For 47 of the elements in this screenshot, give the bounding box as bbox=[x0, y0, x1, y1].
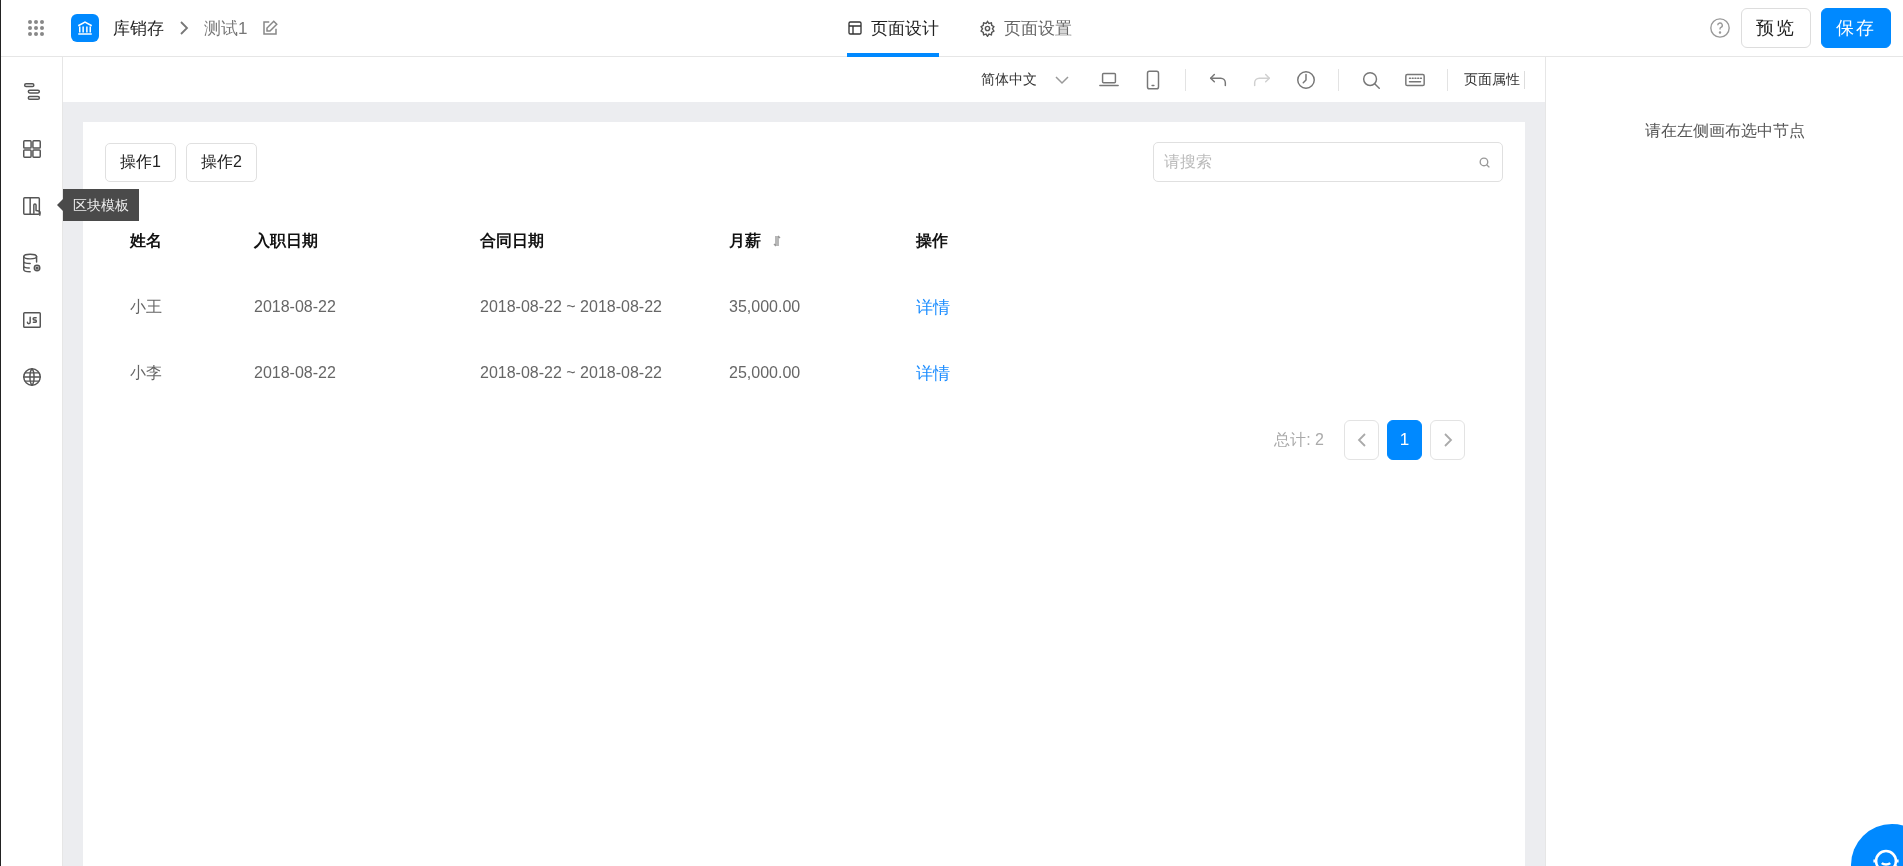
column-header: 月薪 bbox=[729, 230, 761, 251]
next-page-button[interactable] bbox=[1430, 420, 1465, 460]
total-count: 总计: 2 bbox=[1274, 429, 1324, 450]
globe-icon bbox=[20, 366, 43, 388]
language-select[interactable]: 简体中文 bbox=[981, 70, 1069, 89]
header-tab[interactable]: 页面设置 bbox=[978, 0, 1072, 57]
table-cell-text: 2018-08-22 bbox=[254, 364, 337, 382]
panel-hand-icon bbox=[20, 195, 43, 217]
js-file-icon bbox=[20, 309, 43, 331]
preview-button[interactable]: 预览 bbox=[1741, 8, 1811, 48]
column-header: 合同日期 bbox=[480, 230, 544, 251]
grid-icon bbox=[20, 138, 43, 160]
column-header: 姓名 bbox=[130, 230, 162, 251]
sort-icon[interactable] bbox=[773, 235, 781, 247]
database-gear-icon bbox=[20, 252, 43, 274]
app-logo-icon bbox=[71, 14, 99, 42]
chevron-left-icon bbox=[1356, 432, 1367, 448]
page-name: 测试1 bbox=[204, 17, 248, 40]
chevron-down-icon bbox=[1055, 74, 1069, 85]
table-cell-text: 小李 bbox=[130, 362, 163, 383]
table-cell-text: 2018-08-22 ~ 2018-08-22 bbox=[480, 298, 663, 316]
layout-icon bbox=[846, 20, 863, 36]
table-cell-text: 小王 bbox=[130, 296, 163, 317]
details-link[interactable]: 详情 bbox=[916, 361, 950, 385]
page-properties-link[interactable]: 页面属性 bbox=[1460, 70, 1525, 89]
tooltip: 区块模板 bbox=[56, 189, 139, 221]
table-cell-text: 25,000.00 bbox=[729, 364, 802, 382]
table-cell-text: 35,000.00 bbox=[729, 298, 802, 316]
search-field[interactable]: 请搜索 bbox=[1153, 142, 1503, 182]
clock-icon bbox=[1295, 68, 1317, 91]
column-header: 入职日期 bbox=[254, 230, 318, 251]
details-link[interactable]: 详情 bbox=[916, 295, 950, 319]
settings-icon bbox=[978, 19, 996, 37]
app-grid-icon[interactable] bbox=[27, 19, 45, 37]
previous-page-button[interactable] bbox=[1344, 420, 1379, 460]
chevron-right-icon bbox=[1442, 432, 1453, 448]
search-icon bbox=[1478, 156, 1491, 169]
chevron-right-icon bbox=[178, 19, 190, 37]
app-name[interactable]: 库销存 bbox=[113, 16, 164, 40]
edit-icon[interactable] bbox=[261, 19, 280, 37]
action-button[interactable]: 操作1 bbox=[105, 142, 176, 182]
empty-selection-hint: 请在左侧画布选中节点 bbox=[1644, 121, 1805, 141]
table-cell-text: 2018-08-22 ~ 2018-08-22 bbox=[480, 364, 663, 382]
action-button[interactable]: 操作2 bbox=[185, 142, 257, 182]
table-cell-text: 2018-08-22 bbox=[254, 298, 337, 316]
column-header: 操作 bbox=[916, 230, 948, 251]
help-icon[interactable] bbox=[1709, 17, 1731, 39]
